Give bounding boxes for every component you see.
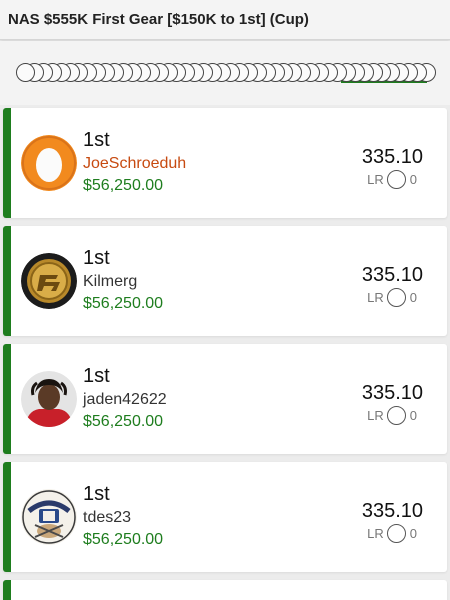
entry-score: 335.10: [361, 500, 423, 522]
entry-username[interactable]: tdes23: [83, 509, 131, 527]
leaderboard-entry[interactable]: 1st jaden42622 $56,250.00 335.10 LR 0: [3, 344, 447, 454]
leaderboard-list: 1st JoeSchroeduh $56,250.00 335.10 LR 0 …: [3, 108, 447, 600]
entry-rank: 1st: [83, 365, 110, 387]
live-remaining: LR 0: [367, 406, 417, 425]
leaderboard-entry[interactable]: 1st JoeSchroeduh $56,250.00 335.10 LR 0: [3, 108, 447, 218]
gold-coin-avatar-icon: [21, 253, 77, 309]
lr-circle-icon: [386, 288, 406, 307]
dfsarmy-logo-avatar-icon: [21, 489, 77, 545]
lr-label: LR: [367, 290, 384, 305]
entry-score: 335.10: [361, 382, 423, 404]
contest-header: NAS $555K First Gear [$150K to 1st] (Cup…: [0, 0, 450, 40]
live-remaining: LR 0: [367, 288, 417, 307]
entry-rank: 1st: [83, 483, 110, 505]
strip-avatar-icon[interactable]: [16, 63, 35, 82]
entry-score: 335.10: [361, 264, 423, 286]
entry-rank: 1st: [83, 247, 110, 269]
lr-value: 0: [409, 172, 417, 187]
lr-value: 0: [409, 290, 417, 305]
lr-value: 0: [409, 408, 417, 423]
lr-circle-icon: [386, 170, 406, 189]
entry-prize: $56,250.00: [83, 177, 164, 194]
entry-username[interactable]: jaden42622: [83, 391, 167, 409]
leaderboard-entry[interactable]: 1st Kilmerg $56,250.00 335.10 LR 0: [3, 226, 447, 336]
lr-label: LR: [367, 408, 384, 423]
leaderboard-entry[interactable]: 1st tdes23 $56,250.00 335.10 LR 0: [3, 462, 447, 572]
entry-prize: $56,250.00: [83, 413, 164, 430]
lr-label: LR: [367, 172, 384, 187]
contest-title: NAS $555K First Gear [$150K to 1st] (Cup…: [8, 11, 309, 28]
lr-label: LR: [367, 526, 384, 541]
entry-prize: $56,250.00: [83, 295, 164, 312]
entry-username[interactable]: Kilmerg: [83, 273, 137, 291]
entry-rank: 1st: [83, 129, 110, 151]
entrant-avatar-strip[interactable]: [16, 63, 436, 83]
live-remaining: LR 0: [367, 524, 417, 543]
entry-prize: $56,250.00: [83, 531, 164, 548]
entry-username[interactable]: JoeSchroeduh: [83, 155, 186, 173]
egg-avatar-icon: [21, 135, 77, 191]
lr-circle-icon: [386, 406, 406, 425]
lr-value: 0: [409, 526, 417, 541]
person-photo-avatar-icon: [21, 371, 77, 427]
lr-circle-icon: [386, 524, 406, 543]
leaderboard-entry-partial[interactable]: [3, 580, 447, 600]
live-remaining: LR 0: [367, 170, 417, 189]
entry-score: 335.10: [361, 146, 423, 168]
entrant-avatar-strip-area: [0, 41, 450, 105]
